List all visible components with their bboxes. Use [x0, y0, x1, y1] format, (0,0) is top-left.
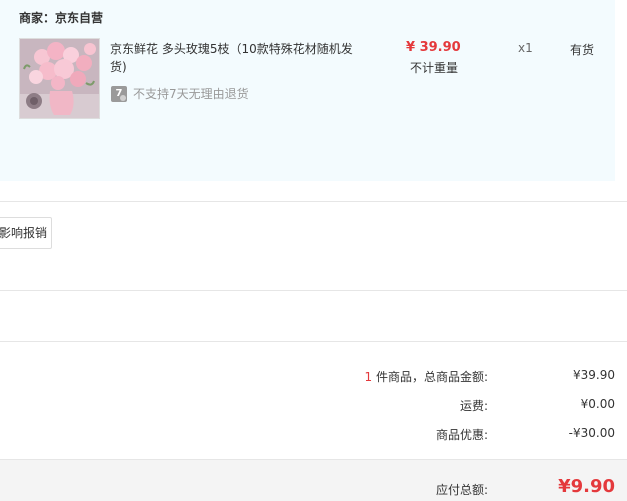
- items-total-value: ¥39.90: [573, 368, 615, 382]
- items-total-label: 1 件商品，总商品金额:: [365, 368, 489, 385]
- invoice-button[interactable]: 影响报销: [0, 217, 52, 249]
- shipping-value: ¥0.00: [580, 397, 615, 411]
- discount-value: -¥30.00: [568, 426, 615, 440]
- payable-bar: 应付总额: ¥9.90: [0, 459, 627, 501]
- no-return-service-icon: 7: [111, 86, 127, 102]
- stock-status: 有货: [570, 43, 595, 57]
- merchant-order-panel: 商家：京东自营 京东鲜花 多头玫瑰5枝（10款特殊花材随机发货) 7 不支持7天…: [0, 0, 615, 181]
- payable-label: 应付总额:: [435, 483, 488, 497]
- product-quantity: x1: [518, 41, 533, 55]
- service-note: 不支持7天无理由退货: [133, 87, 249, 101]
- shipping-label: 运费:: [459, 399, 488, 413]
- section-divider: [0, 201, 627, 202]
- product-weight: 不计重量: [410, 61, 459, 75]
- item-count: 1: [364, 370, 373, 384]
- product-image[interactable]: [19, 38, 100, 119]
- discount-label: 商品优惠:: [435, 428, 488, 442]
- merchant-label: 商家：京东自营: [19, 11, 104, 25]
- items-total-text: 件商品，总商品金额:: [372, 370, 488, 384]
- section-divider: [0, 290, 627, 291]
- pink-rose-bouquet-image: [20, 39, 99, 118]
- product-price: ¥ 39.90: [406, 40, 461, 55]
- payable-amount: ¥9.90: [558, 476, 615, 497]
- section-divider: [0, 341, 627, 342]
- product-title-link[interactable]: 京东鲜花 多头玫瑰5枝（10款特殊花材随机发货): [110, 40, 365, 76]
